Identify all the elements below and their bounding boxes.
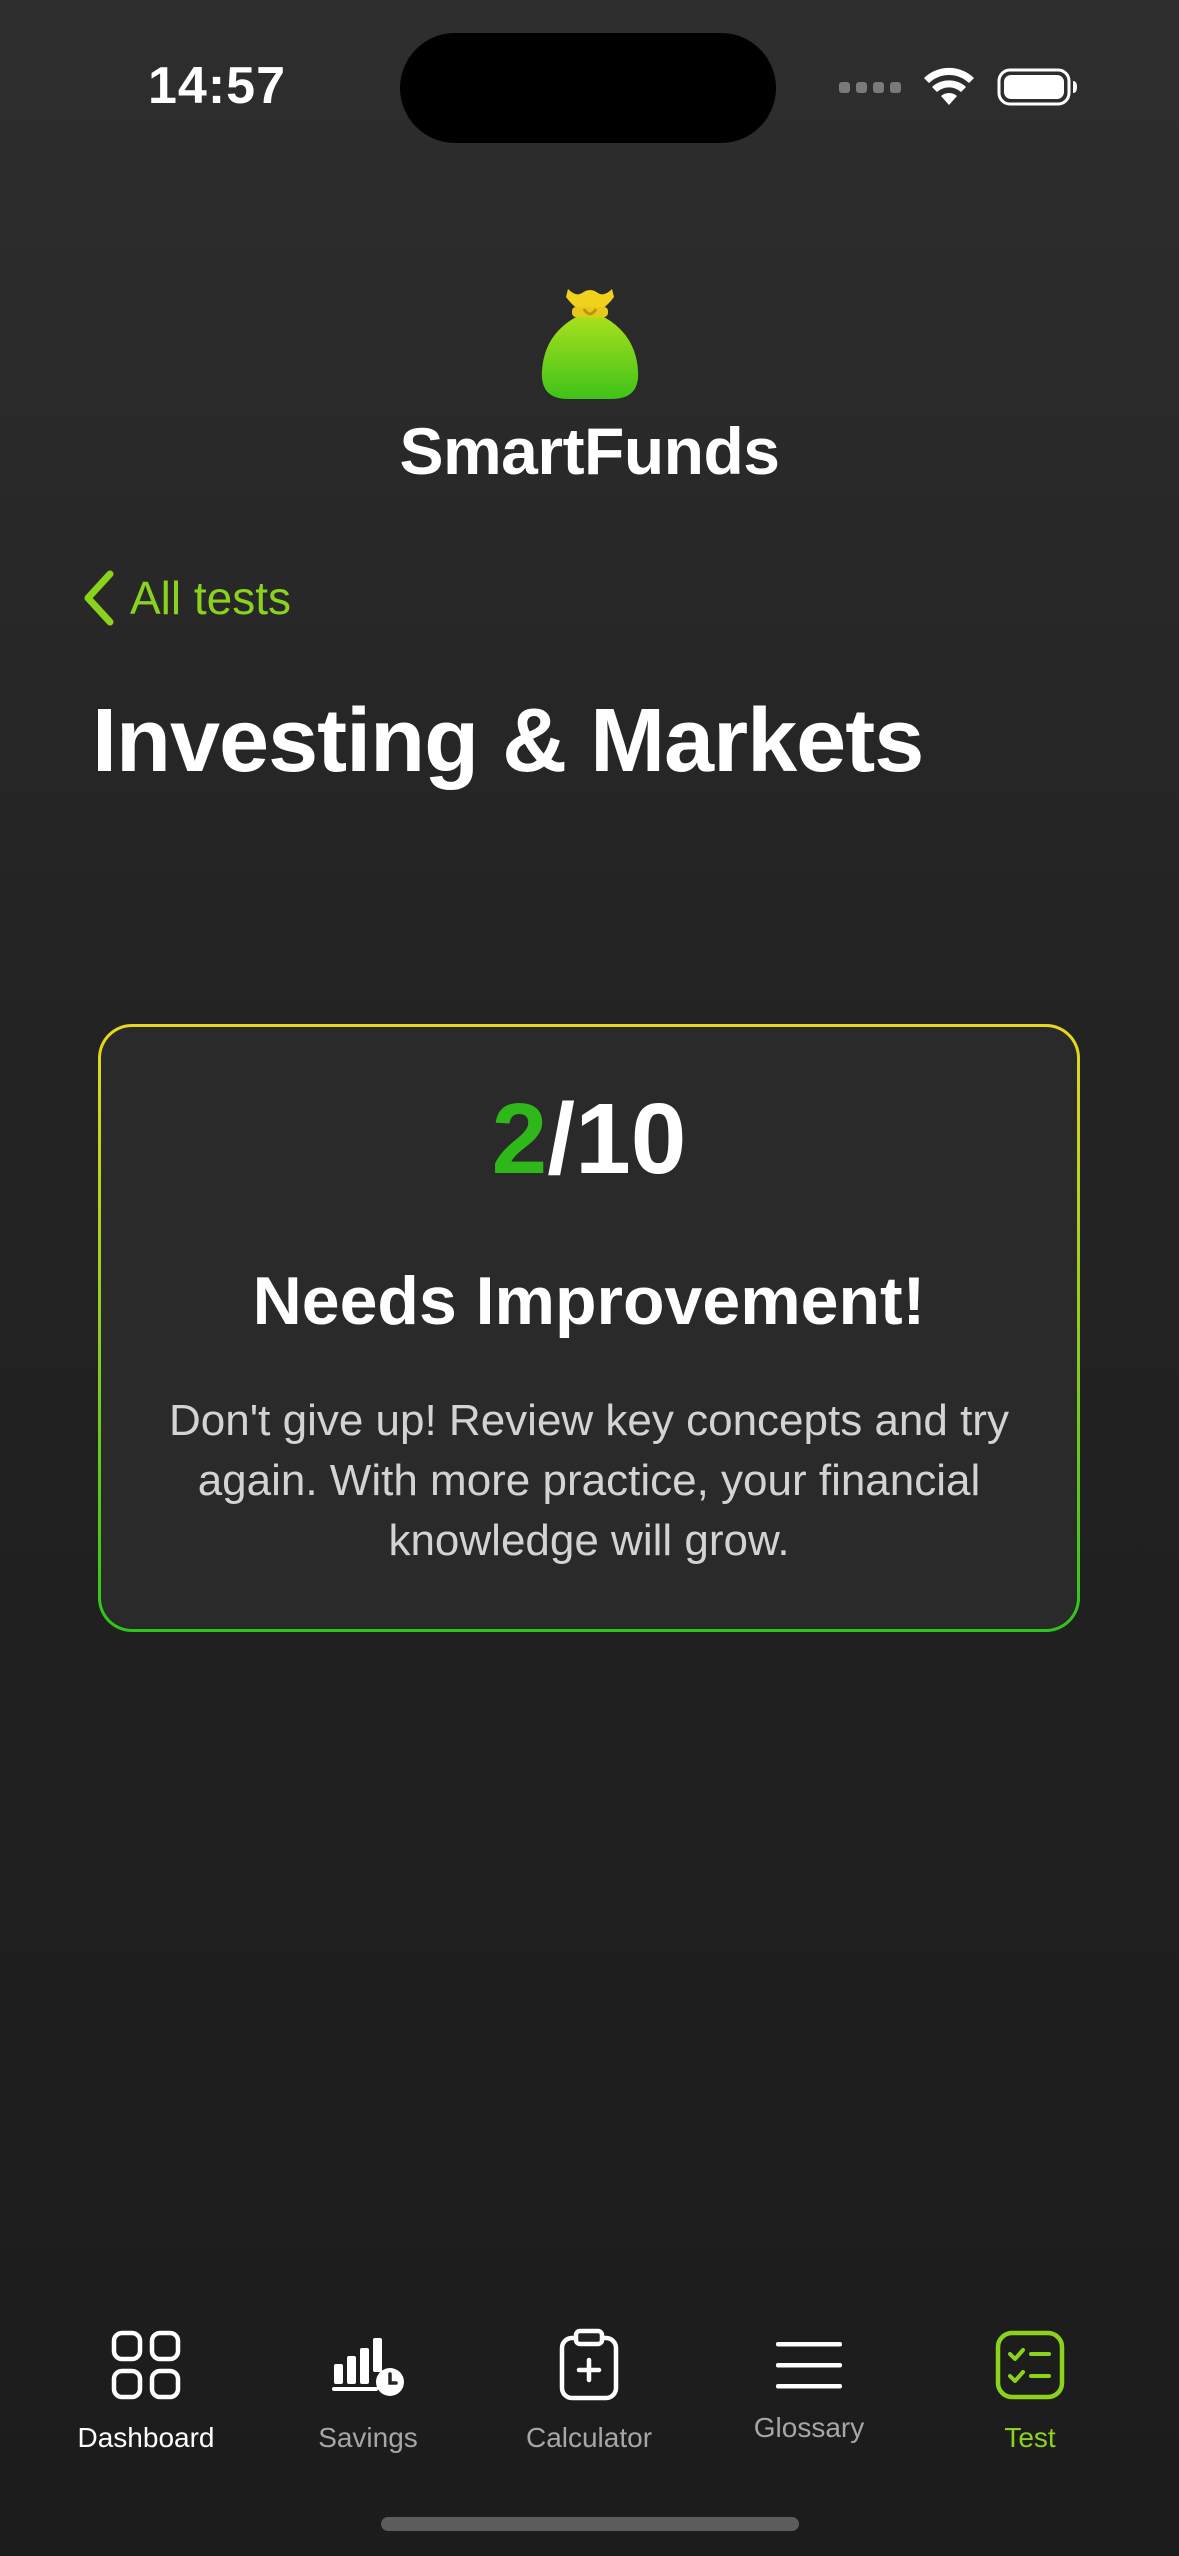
wifi-icon bbox=[924, 67, 974, 105]
tab-dashboard[interactable]: Dashboard bbox=[46, 2320, 246, 2454]
chevron-left-icon bbox=[84, 570, 114, 626]
result-message: Don't give up! Review key concepts and t… bbox=[169, 1396, 1009, 1565]
score-separator: / bbox=[547, 1083, 576, 1195]
status-time: 14:57 bbox=[148, 57, 286, 115]
tab-label: Dashboard bbox=[77, 2422, 215, 2453]
screen: 14:57 SmartFunds All tests Investing & M… bbox=[0, 0, 1179, 2556]
status-icons bbox=[839, 62, 1079, 112]
back-to-all-tests-button[interactable]: All tests bbox=[82, 570, 291, 626]
dynamic-island bbox=[400, 33, 776, 143]
tab-label: Test bbox=[1004, 2422, 1056, 2453]
tab-label: Glossary bbox=[753, 2412, 865, 2443]
tab-savings[interactable]: Savings bbox=[268, 2320, 468, 2454]
result-card: 2/10 Needs Improvement! Don't give up! R… bbox=[98, 1024, 1080, 1632]
home-indicator bbox=[381, 2517, 799, 2531]
score-total: 10 bbox=[575, 1083, 687, 1195]
money-bag-icon bbox=[541, 289, 638, 399]
menu-lines-icon bbox=[776, 2342, 842, 2389]
test-checklist-icon bbox=[995, 2330, 1065, 2400]
result-heading: Needs Improvement! bbox=[252, 1263, 926, 1339]
tab-label: Savings bbox=[318, 2422, 418, 2453]
dashboard-grid-icon bbox=[111, 2330, 181, 2400]
app-name: SmartFunds bbox=[399, 414, 780, 488]
tab-glossary[interactable]: Glossary bbox=[709, 2320, 909, 2444]
back-label: All tests bbox=[130, 572, 292, 624]
savings-chart-icon bbox=[332, 2338, 404, 2396]
tab-test[interactable]: Test bbox=[930, 2320, 1130, 2454]
tab-calculator[interactable]: Calculator bbox=[489, 2320, 689, 2454]
page-title: Investing & Markets bbox=[92, 691, 924, 791]
tab-bar: Dashboard Savings Calculator Glossary Te… bbox=[0, 2310, 1179, 2470]
calculator-clipboard-icon bbox=[559, 2328, 619, 2401]
tab-label: Calculator bbox=[525, 2422, 653, 2453]
app-logo: SmartFunds bbox=[0, 285, 1179, 489]
battery-icon bbox=[997, 68, 1077, 106]
score: 2/10 bbox=[492, 1089, 687, 1189]
score-correct: 2 bbox=[491, 1083, 548, 1195]
cellular-signal-icon bbox=[839, 81, 901, 93]
